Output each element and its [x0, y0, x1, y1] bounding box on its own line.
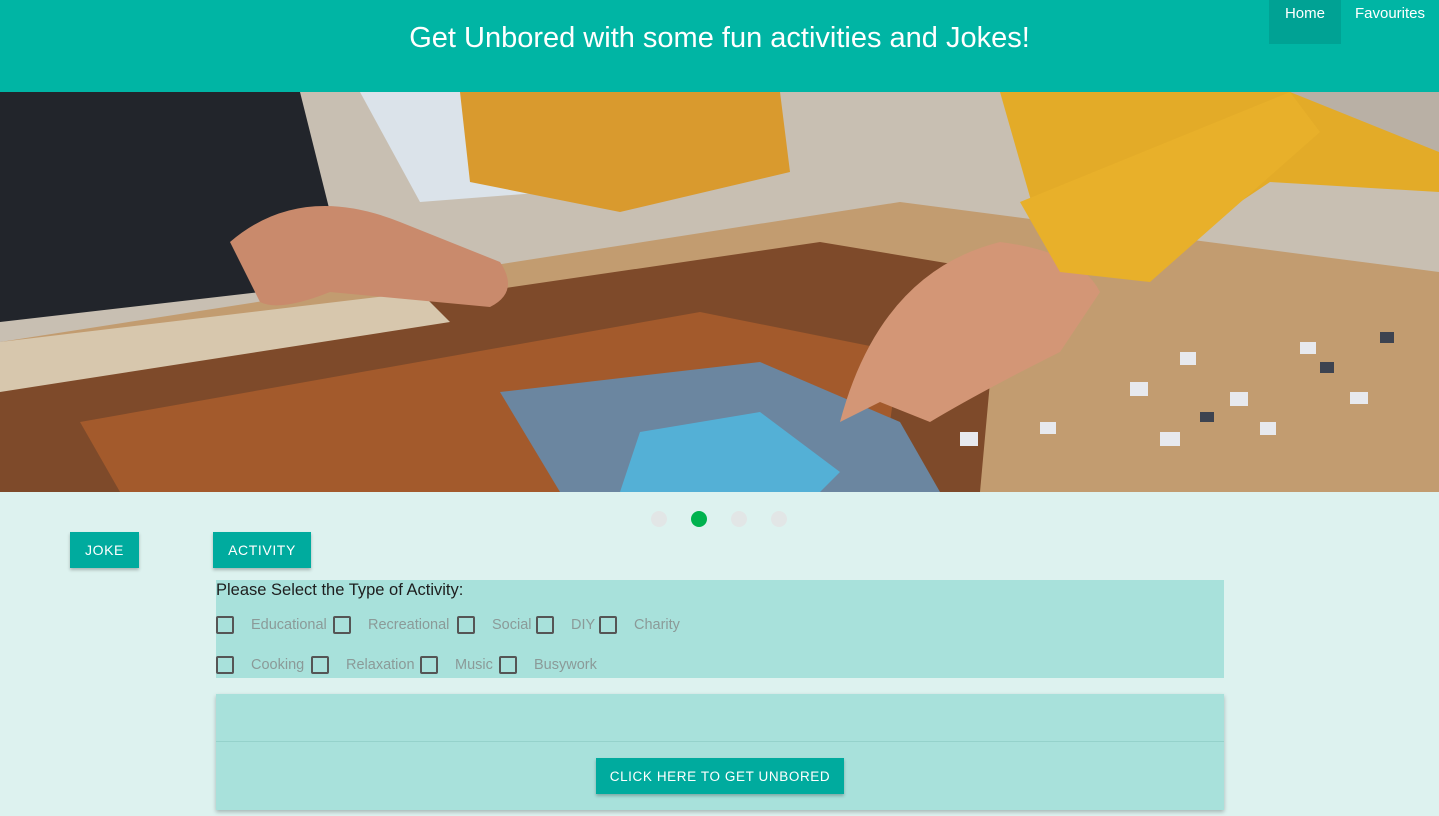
checkbox-social[interactable]: Social: [457, 616, 536, 634]
puzzle-hands-photo: [0, 92, 1439, 492]
checkbox-label: Charity: [634, 617, 680, 633]
carousel-dot-1[interactable]: [651, 511, 667, 527]
checkbox-label: Educational: [251, 617, 327, 633]
checkbox-box[interactable]: [499, 656, 517, 674]
checkbox-box[interactable]: [420, 656, 438, 674]
activity-button[interactable]: Activity: [213, 532, 311, 568]
carousel-dot-3[interactable]: [731, 511, 747, 527]
checkbox-label: Recreational: [368, 617, 450, 633]
checkbox-box[interactable]: [333, 616, 351, 634]
card-divider: [216, 741, 1224, 742]
checkbox-box[interactable]: [216, 656, 234, 674]
checkbox-label: DIY: [571, 617, 596, 633]
checkbox-educational[interactable]: Educational: [216, 616, 333, 634]
nav-favourites[interactable]: Favourites: [1341, 0, 1439, 44]
activity-type-panel: Please Select the Type of Activity: Educ…: [216, 580, 1224, 678]
checkbox-label: Cooking: [251, 657, 305, 673]
checkbox-music[interactable]: Music: [420, 656, 499, 674]
checkbox-box[interactable]: [216, 616, 234, 634]
page-title: Get Unbored with some fun activities and…: [409, 22, 1030, 54]
checkbox-row-1: Educational Recreational Social DIY Char…: [216, 616, 680, 634]
top-nav: Home Favourites: [1268, 0, 1439, 44]
checkbox-row-2: Cooking Relaxation Music Busywork: [216, 656, 597, 674]
checkbox-charity[interactable]: Charity: [599, 616, 680, 634]
result-card: Click here to get unbored: [216, 694, 1224, 810]
checkbox-recreational[interactable]: Recreational: [333, 616, 457, 634]
checkbox-box[interactable]: [311, 656, 329, 674]
carousel-dot-2[interactable]: [691, 511, 707, 527]
hero-carousel-image: [0, 92, 1439, 492]
checkbox-label: Music: [455, 657, 493, 673]
checkbox-label: Relaxation: [346, 657, 415, 673]
checkbox-box[interactable]: [599, 616, 617, 634]
checkbox-diy[interactable]: DIY: [536, 616, 599, 634]
checkbox-label: Social: [492, 617, 532, 633]
joke-button[interactable]: Joke: [70, 532, 139, 568]
checkbox-cooking[interactable]: Cooking: [216, 656, 311, 674]
checkbox-busywork[interactable]: Busywork: [499, 656, 597, 674]
carousel-dot-4[interactable]: [771, 511, 787, 527]
nav-home[interactable]: Home: [1268, 0, 1341, 44]
activity-type-heading: Please Select the Type of Activity:: [216, 581, 464, 599]
checkbox-relaxation[interactable]: Relaxation: [311, 656, 420, 674]
checkbox-box[interactable]: [457, 616, 475, 634]
checkbox-label: Busywork: [534, 657, 597, 673]
get-unbored-button[interactable]: Click here to get unbored: [596, 758, 844, 794]
checkbox-box[interactable]: [536, 616, 554, 634]
carousel-indicators: [651, 511, 787, 527]
app-header: Get Unbored with some fun activities and…: [0, 0, 1439, 92]
